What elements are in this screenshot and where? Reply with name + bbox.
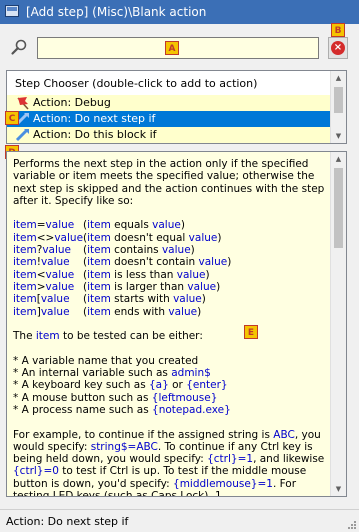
badge-a: A [165,41,179,55]
step-item-do-next-step-if[interactable]: Action: Do next step if [7,111,331,127]
scroll-up-icon[interactable]: ▲ [331,71,346,85]
bullet-line: * A keyboard key such as {a} or {enter} [13,379,228,392]
bullet-line: * A process name such as {notepad.exe} [13,403,231,416]
step-item-label: Action: Do next step if [33,112,156,125]
app-window-icon [5,5,19,17]
syntax-line: item!value (item doesn't contain value) [13,256,232,269]
description-scrollbar[interactable]: ▲ ▼ [330,152,346,496]
bullet-line: * A variable name that you created [13,354,199,367]
syntax-line: item[value (item starts with value) [13,293,206,306]
syntax-line: item=value (item equals value) [13,219,185,232]
tested-item-bullets: * A variable name that you created * An i… [13,355,331,416]
syntax-list: item=value (item equals value) item<>value… [13,219,331,317]
step-item-label: Action: Do this block if [33,128,157,141]
debug-flag-icon [17,97,29,110]
syntax-line: item<>value(item doesn't equal value) [13,231,222,244]
badge-e: E [244,325,258,339]
syntax-line: item]value (item ends with value) [13,305,202,318]
step-item-do-this-block-if[interactable]: Action: Do this block if [7,127,331,143]
tested-item-line: The item to be tested can be either: [13,330,203,343]
syntax-line: item>value (item is larger than value) [13,280,221,293]
diamond-arrow-icon [15,128,29,142]
description-intro: Performs the next step in the action onl… [13,158,325,207]
step-item-debug[interactable]: Action: Debug [7,95,331,111]
scroll-down-icon[interactable]: ▼ [331,482,346,496]
badge-c: C [5,111,19,125]
bullet-line: * An internal variable such as admin$ [13,367,211,380]
search-icon [11,39,27,55]
step-chooser-header: Step Chooser (double-click to add to act… [15,77,258,90]
window-title: [Add step] (Misc)\Blank action [26,5,207,19]
clear-search-button[interactable]: × [328,37,348,59]
step-chooser-list[interactable]: Step Chooser (double-click to add to act… [6,70,347,144]
scroll-up-icon[interactable]: ▲ [331,152,346,166]
syntax-line: item?value (item contains value) [13,244,195,257]
title-bar: [Add step] (Misc)\Blank action [0,0,359,24]
close-icon: × [331,41,345,55]
badge-b: B [331,23,345,37]
bullet-line: * A mouse button such as {leftmouse} [13,391,218,404]
example-paragraph: For example, to continue if the assigned… [13,428,325,497]
step-description-pane[interactable]: Performs the next step in the action onl… [6,151,347,497]
chooser-scrollbar[interactable]: ▲ ▼ [330,71,346,143]
syntax-line: item<value (item is less than value) [13,268,210,281]
status-bar: Action: Do next step if [0,509,359,532]
step-description-text: Performs the next step in the action onl… [13,158,331,497]
status-text: Action: Do next step if [6,515,129,528]
step-item-label: Action: Debug [33,96,111,109]
resize-grip-icon[interactable] [346,519,356,529]
scroll-thumb[interactable] [334,168,343,248]
scroll-thumb[interactable] [334,87,343,113]
scroll-down-icon[interactable]: ▼ [331,129,346,143]
